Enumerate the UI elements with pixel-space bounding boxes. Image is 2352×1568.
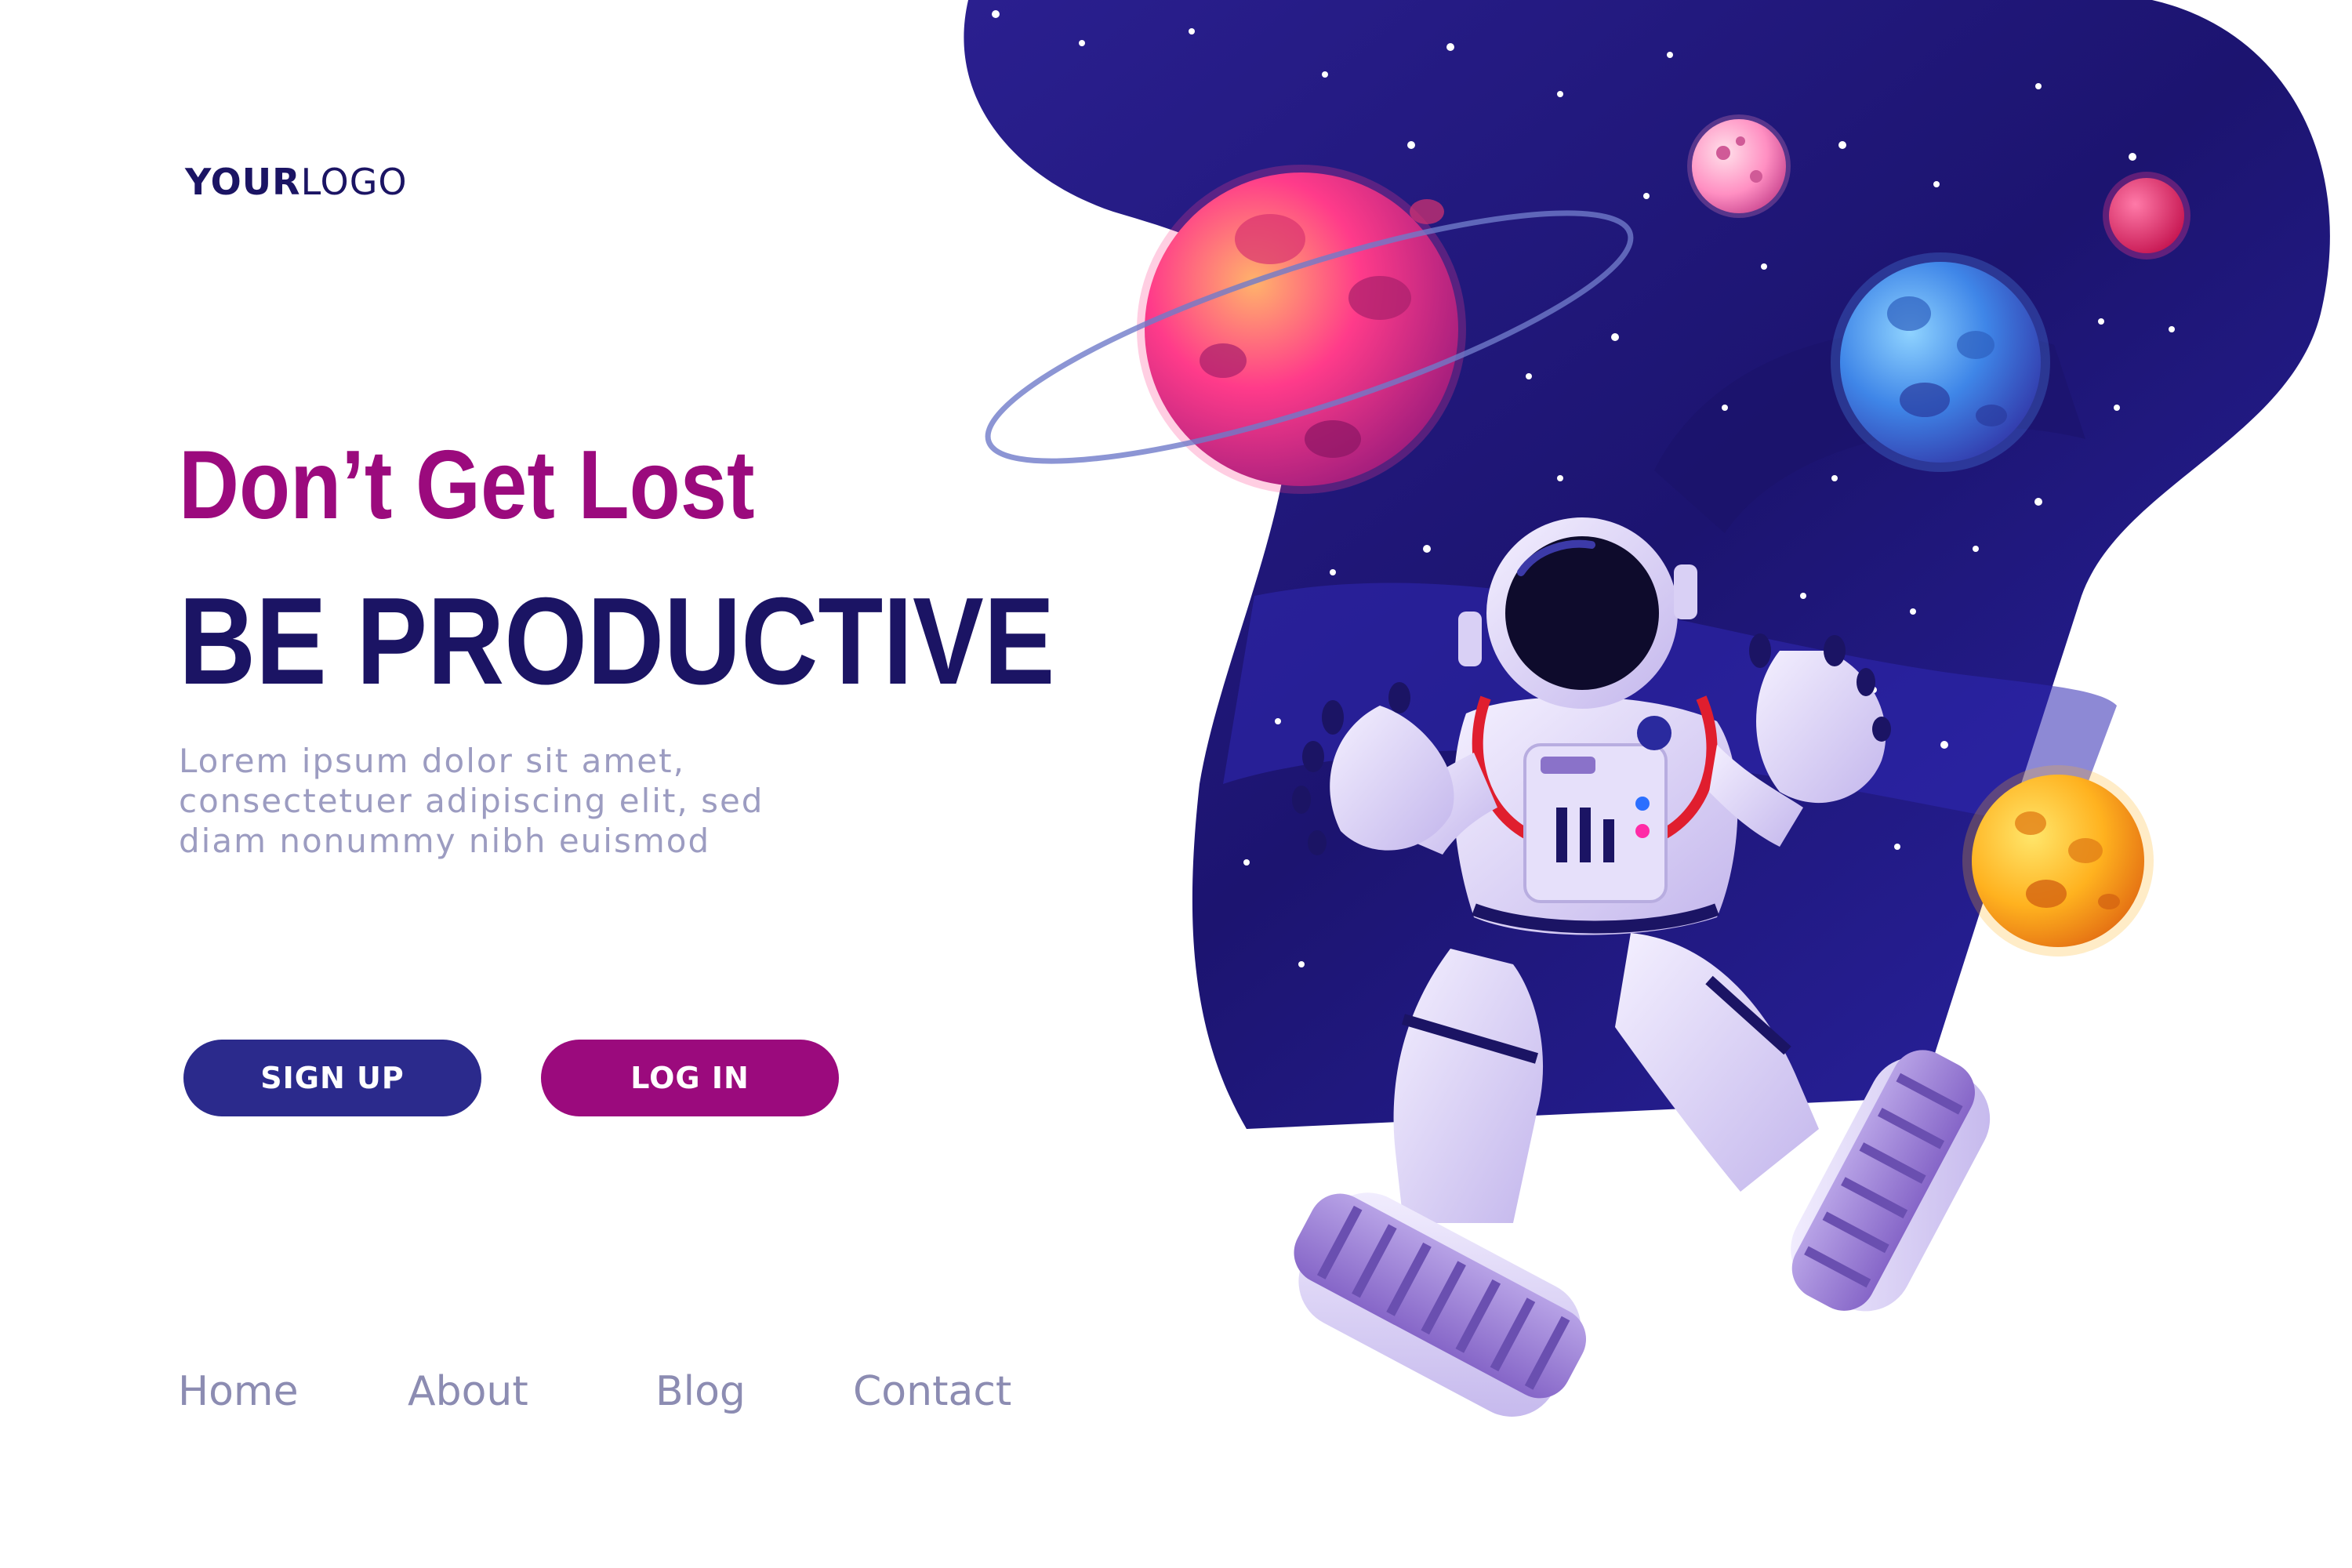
nav-link-blog[interactable]: Blog	[655, 1368, 746, 1415]
nav-link-about[interactable]: About	[408, 1368, 528, 1415]
planet-pink-small	[1687, 114, 1791, 218]
signup-button[interactable]: SIGN UP	[183, 1040, 481, 1116]
login-button[interactable]: LOG IN	[541, 1040, 839, 1116]
hero-subheadline: BE PRODUCTIVE	[179, 572, 1055, 710]
logo-bold-text: YOUR	[185, 161, 301, 203]
planet-red-small	[2103, 172, 2190, 260]
planet-blue	[1831, 252, 2050, 472]
logo[interactable]: YOURLOGO	[185, 161, 408, 203]
nav-link-contact[interactable]: Contact	[853, 1368, 1011, 1415]
body-line: diam nonummy nibh euismod	[179, 822, 711, 860]
logo-light-text: LOGO	[300, 161, 408, 203]
hero-body-text: Lorem ipsum dolor sit amet, consectetuer…	[179, 741, 884, 861]
nav-link-home[interactable]: Home	[178, 1368, 299, 1415]
planet-orange	[1962, 765, 2154, 956]
body-line: Lorem ipsum dolor sit amet,	[179, 742, 685, 780]
hero-headline: Don’t Get Lost	[179, 431, 755, 539]
body-line: consectetuer adipiscing elit, sed	[179, 782, 764, 820]
landing-page: YOURLOGO Don’t Get Lost BE PRODUCTIVE Lo…	[0, 0, 2352, 1568]
